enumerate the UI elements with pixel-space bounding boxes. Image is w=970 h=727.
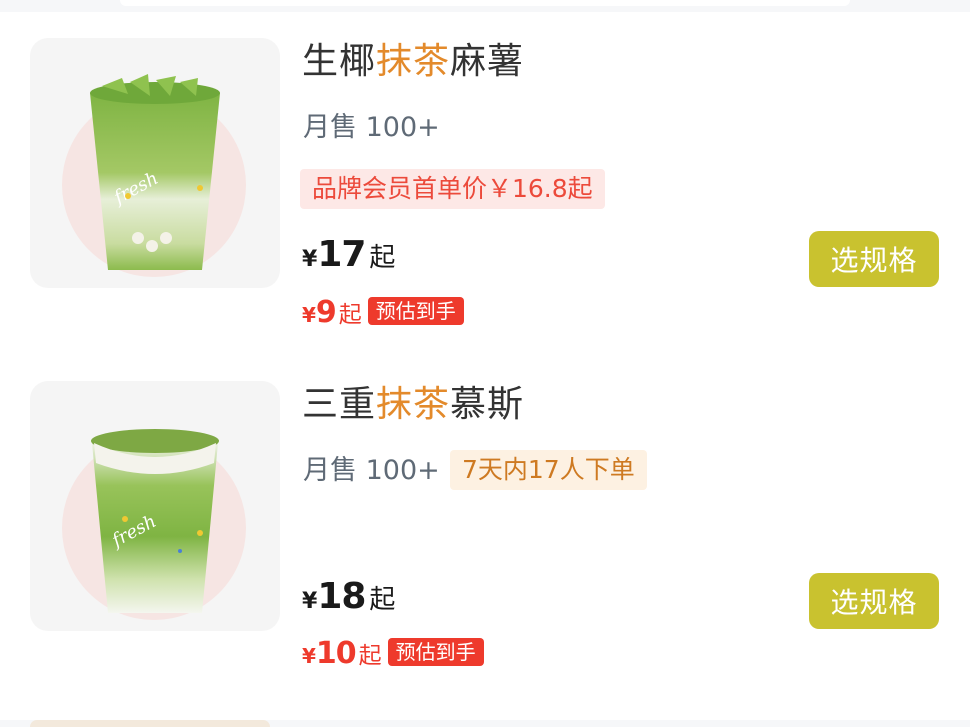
title-suffix: 麻薯 bbox=[450, 41, 525, 82]
monthly-sales: 月售 100+ bbox=[303, 112, 440, 143]
next-item-edge bbox=[0, 720, 970, 727]
product-title[interactable]: 生椰抹茶麻薯 bbox=[302, 40, 524, 84]
title-prefix: 三重 bbox=[302, 384, 377, 425]
price: ¥17 起 bbox=[302, 234, 395, 275]
price-unit: 起 bbox=[369, 243, 396, 273]
select-spec-button[interactable]: 选规格 bbox=[809, 231, 939, 287]
member-promo-tag: 品牌会员首单价￥16.8起 bbox=[300, 169, 605, 209]
matcha-mousse-drink-icon: fresh bbox=[91, 429, 219, 613]
title-suffix: 慕斯 bbox=[450, 384, 525, 425]
price: ¥18 起 bbox=[302, 576, 395, 617]
product-image[interactable]: fresh bbox=[30, 381, 280, 631]
estimated-price-unit: 起 bbox=[358, 643, 382, 669]
search-bar-edge bbox=[120, 0, 850, 6]
matcha-drink-icon: fresh bbox=[90, 74, 220, 270]
estimated-price: ¥10 起预估到手 bbox=[302, 636, 484, 671]
next-item-image-edge bbox=[30, 720, 270, 727]
estimated-price: ¥9 起预估到手 bbox=[302, 295, 464, 330]
estimated-price-unit: 起 bbox=[338, 302, 362, 328]
title-highlight: 抹茶 bbox=[376, 384, 451, 425]
recent-orders-tag: 7天内17人下单 bbox=[450, 450, 647, 490]
product-card[interactable]: fresh 生椰抹茶麻薯 月售 100+ 品牌会员首单价￥16.8起 ¥17 起 … bbox=[0, 38, 970, 338]
monthly-sales: 月售 100+ bbox=[303, 455, 440, 486]
currency-symbol: ¥ bbox=[302, 303, 316, 327]
estimated-price-value: 9 bbox=[315, 295, 337, 330]
currency-symbol: ¥ bbox=[302, 247, 318, 272]
product-image[interactable]: fresh bbox=[30, 38, 280, 288]
estimated-badge: 预估到手 bbox=[387, 638, 484, 666]
price-value: 17 bbox=[317, 234, 366, 275]
product-title[interactable]: 三重抹茶慕斯 bbox=[302, 383, 524, 427]
title-highlight: 抹茶 bbox=[376, 41, 451, 82]
price-value: 18 bbox=[317, 576, 366, 617]
currency-symbol: ¥ bbox=[302, 644, 316, 668]
top-divider bbox=[0, 0, 970, 12]
product-card[interactable]: fresh 三重抹茶慕斯 月售 100+ 7天内17人下单 ¥18 起 ¥10 起预… bbox=[0, 381, 970, 681]
estimated-price-value: 10 bbox=[315, 636, 357, 671]
select-spec-button[interactable]: 选规格 bbox=[809, 573, 939, 629]
title-prefix: 生椰 bbox=[302, 41, 377, 82]
price-unit: 起 bbox=[369, 585, 396, 615]
estimated-badge: 预估到手 bbox=[367, 297, 464, 325]
currency-symbol: ¥ bbox=[302, 589, 318, 614]
